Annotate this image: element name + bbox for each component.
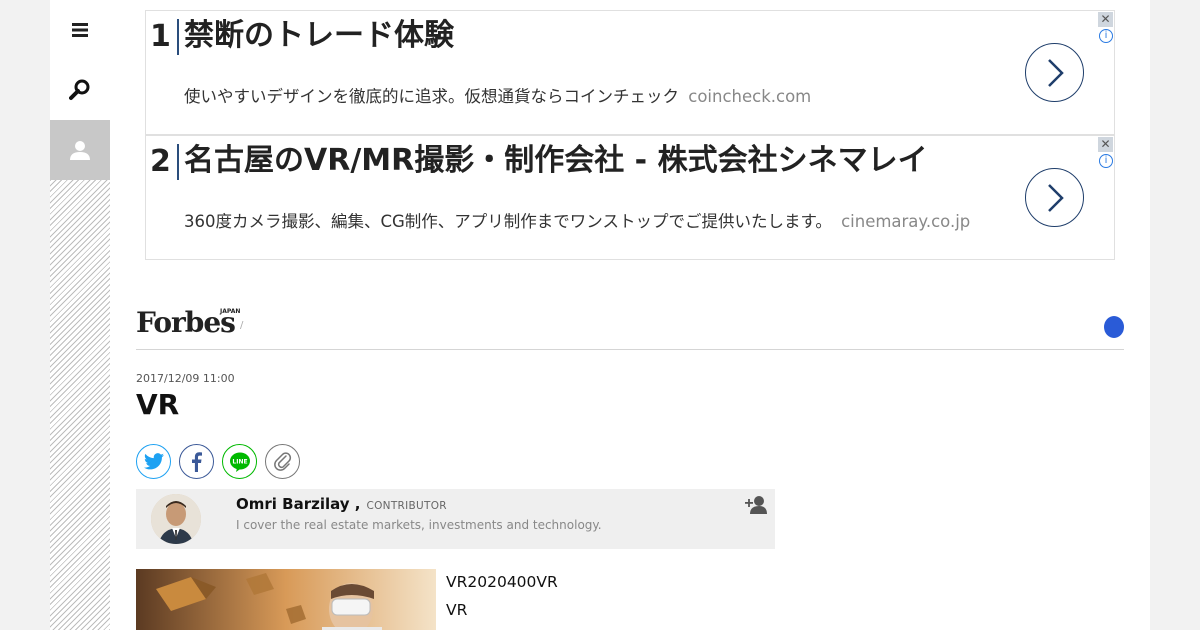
author-role: CONTRIBUTOR (366, 500, 447, 512)
add-user-icon (745, 496, 767, 514)
facebook-share-button[interactable] (179, 444, 214, 479)
user-button[interactable] (50, 120, 110, 180)
ad-close-icon[interactable]: ✕ (1098, 12, 1113, 27)
site-header: Forbes JAPAN / (136, 300, 1124, 350)
article-title: VR (136, 388, 180, 421)
facebook-icon (192, 451, 202, 472)
twitter-share-button[interactable] (136, 444, 171, 479)
ad-item-2[interactable]: 2 名古屋のVR/MR撮影・制作会社 - 株式会社シネマレイ 360度カメラ撮影… (145, 135, 1115, 260)
copy-link-button[interactable] (265, 444, 300, 479)
hamburger-icon (72, 23, 88, 37)
ad-info-icon[interactable]: i (1099, 154, 1113, 168)
line-icon: LINE (229, 452, 250, 472)
accent-dot-icon[interactable] (1104, 316, 1124, 338)
ad-arrow-button[interactable] (1025, 168, 1084, 227)
breadcrumb-separator: / (240, 320, 244, 331)
author-avatar[interactable] (151, 494, 201, 544)
ad-description: 360度カメラ撮影、編集、CG制作、アプリ制作までワンストップでご提供いたします… (184, 208, 970, 232)
article-date: 2017/12/09 11:00 (136, 372, 235, 385)
article-lead-line-1: VR2020400VR (446, 573, 558, 591)
article-lead-line-2: VR (446, 601, 468, 619)
follow-author-button[interactable] (745, 495, 767, 519)
twitter-icon (143, 453, 164, 470)
ad-desc-text: 360度カメラ撮影、編集、CG制作、アプリ制作までワンストップでご提供いたします… (184, 212, 832, 231)
vr-headset-image (136, 569, 436, 630)
line-share-button[interactable]: LINE (222, 444, 257, 479)
ad-arrow-button[interactable] (1025, 43, 1084, 102)
search-icon (69, 79, 90, 100)
avatar-image (151, 494, 201, 544)
ad-number: 2 (150, 144, 179, 180)
ad-info-icon[interactable]: i (1099, 29, 1113, 43)
ad-item-1[interactable]: 1 禁断のトレード体験 使いやすいデザインを徹底的に追求。仮想通貨ならコインチェ… (145, 10, 1115, 135)
forbes-logo-sub: JAPAN (220, 308, 241, 315)
ad-domain[interactable]: coincheck.com (688, 87, 811, 106)
chevron-right-icon (1047, 58, 1064, 87)
page: 1 禁断のトレード体験 使いやすいデザインを徹底的に追求。仮想通貨ならコインチェ… (50, 0, 1150, 630)
ad-number: 1 (150, 19, 179, 55)
search-button[interactable] (50, 60, 110, 120)
ad-desc-text: 使いやすいデザインを徹底的に追求。仮想通貨ならコインチェック (184, 87, 679, 106)
user-icon (70, 141, 90, 160)
ad-title[interactable]: 名古屋のVR/MR撮影・制作会社 - 株式会社シネマレイ (184, 142, 928, 180)
sidebar (50, 0, 110, 630)
ad-description: 使いやすいデザインを徹底的に追求。仮想通貨ならコインチェック coincheck… (184, 83, 811, 107)
author-box: Omri Barzilay , CONTRIBUTOR I cover the r… (136, 489, 775, 549)
ad-close-icon[interactable]: ✕ (1098, 137, 1113, 152)
ad-domain[interactable]: cinemaray.co.jp (841, 212, 970, 231)
ad-title[interactable]: 禁断のトレード体験 (184, 17, 454, 55)
menu-button[interactable] (50, 0, 110, 60)
author-bio: I cover the real estate markets, investm… (236, 518, 602, 532)
article-image (136, 569, 436, 630)
svg-text:LINE: LINE (232, 458, 247, 465)
author-name[interactable]: Omri Barzilay , (236, 495, 360, 513)
paperclip-icon (273, 451, 291, 471)
author-name-row: Omri Barzilay , CONTRIBUTOR (236, 495, 447, 513)
chevron-right-icon (1047, 183, 1064, 212)
